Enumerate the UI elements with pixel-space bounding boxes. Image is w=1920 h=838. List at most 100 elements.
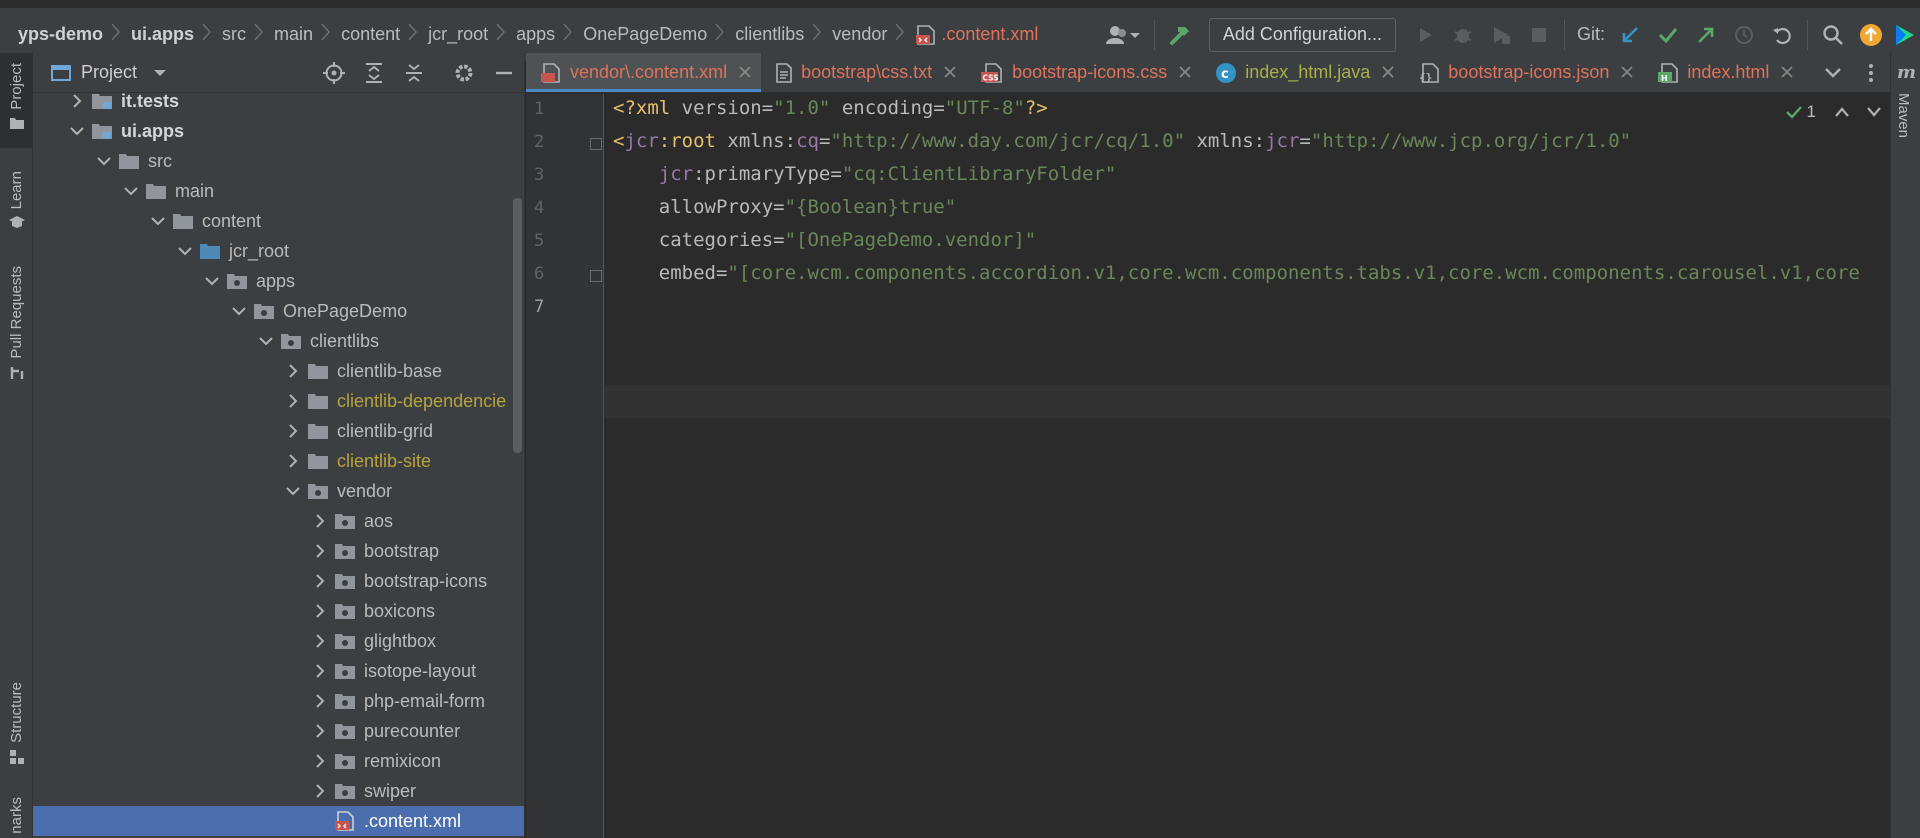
breadcrumb-item[interactable]: src	[222, 23, 274, 46]
history-icon[interactable]	[1725, 16, 1763, 54]
tree-item[interactable]: apps	[33, 266, 524, 296]
tree-item[interactable]: src	[33, 146, 524, 176]
ide-update-icon[interactable]	[1852, 16, 1890, 54]
breadcrumb-item[interactable]: vendor	[832, 23, 915, 46]
editor-tab[interactable]: vendor\.content.xml	[526, 53, 762, 92]
chevron-right-icon[interactable]	[310, 544, 330, 558]
editor-tab[interactable]: {} bootstrap-icons.json	[1404, 53, 1643, 92]
tree-item[interactable]: clientlib-base	[33, 356, 524, 386]
tree-item[interactable]: clientlib-grid	[33, 416, 524, 446]
chevron-down-icon[interactable]	[1866, 106, 1882, 118]
tree-item[interactable]: content	[33, 206, 524, 236]
build-hammer-icon[interactable]	[1161, 16, 1199, 54]
chevron-right-icon[interactable]	[67, 94, 87, 108]
breadcrumb-item[interactable]: clientlibs	[735, 23, 832, 46]
tree-item[interactable]: OnePageDemo	[33, 296, 524, 326]
project-tool-tab[interactable]: Project	[0, 53, 33, 148]
tree-item[interactable]: glightbox	[33, 626, 524, 656]
tree-item[interactable]: isotope-layout	[33, 656, 524, 686]
breadcrumb-item[interactable]: main	[274, 23, 341, 46]
chevron-right-icon[interactable]	[310, 514, 330, 528]
tree-item[interactable]: vendor	[33, 476, 524, 506]
chevron-right-icon[interactable]	[283, 364, 303, 378]
editor-tab[interactable]: c index_html.java	[1201, 53, 1404, 92]
close-icon[interactable]	[1621, 62, 1633, 83]
chevron-right-icon[interactable]	[283, 454, 303, 468]
code-with-me-icon[interactable]	[1890, 16, 1920, 54]
more-options-icon[interactable]	[1852, 54, 1890, 92]
search-icon[interactable]	[1814, 16, 1852, 54]
bookmarks-tool-tab[interactable]: narks	[0, 791, 33, 838]
close-icon[interactable]	[739, 62, 751, 83]
chevron-down-icon[interactable]	[283, 486, 303, 496]
chevron-right-icon[interactable]	[310, 664, 330, 678]
project-view-selector[interactable]: Project	[51, 62, 167, 83]
tree-item[interactable]: .content.xml	[33, 806, 524, 836]
close-icon[interactable]	[1179, 62, 1191, 83]
chevron-down-icon[interactable]	[67, 126, 87, 136]
learn-tool-tab[interactable]: Learn	[0, 163, 33, 253]
tree-item[interactable]: php-email-form	[33, 686, 524, 716]
breadcrumb-item[interactable]: content	[341, 23, 428, 46]
chevron-up-icon[interactable]	[1834, 106, 1850, 118]
code-editor[interactable]: 1234567 <?xml version="1.0" encoding="UT…	[526, 94, 1890, 838]
stop-icon[interactable]	[1520, 16, 1558, 54]
tree-item[interactable]: swiper	[33, 776, 524, 806]
breadcrumb-item[interactable]: apps	[516, 23, 583, 46]
fold-marker-icon[interactable]	[590, 270, 602, 282]
close-icon[interactable]	[944, 62, 956, 83]
chevron-right-icon[interactable]	[310, 574, 330, 588]
tree-item[interactable]: jcr_root	[33, 236, 524, 266]
tree-item[interactable]: main	[33, 176, 524, 206]
tree-item[interactable]: bootstrap	[33, 536, 524, 566]
user-menu-icon[interactable]	[1098, 16, 1148, 54]
chevron-down-icon[interactable]	[94, 156, 114, 166]
inspection-widget[interactable]: 1	[1785, 94, 1882, 130]
chevron-down-icon[interactable]	[229, 306, 249, 316]
chevron-down-icon[interactable]	[256, 336, 276, 346]
chevron-right-icon[interactable]	[283, 424, 303, 438]
chevron-down-icon[interactable]	[175, 246, 195, 256]
tree-item[interactable]: clientlib-site	[33, 446, 524, 476]
rollback-icon[interactable]	[1763, 16, 1801, 54]
coverage-icon[interactable]	[1482, 16, 1520, 54]
close-icon[interactable]	[1781, 62, 1794, 83]
maven-tab-label[interactable]: Maven	[1895, 93, 1912, 138]
tree-item[interactable]: aos	[33, 506, 524, 536]
tree-item[interactable]: ui.apps	[33, 116, 524, 146]
breadcrumb-item[interactable]: jcr_root	[428, 23, 516, 46]
chevron-down-icon[interactable]	[1814, 54, 1852, 92]
editor-tab[interactable]: bootstrap\css.txt	[761, 53, 966, 92]
fold-marker-icon[interactable]	[590, 138, 602, 150]
tree-scrollbar[interactable]	[513, 198, 522, 453]
chevron-down-icon[interactable]	[202, 276, 222, 286]
tree-item[interactable]: boxicons	[33, 596, 524, 626]
tree-item[interactable]: remixicon	[33, 746, 524, 776]
chevron-right-icon[interactable]	[283, 394, 303, 408]
tree-item[interactable]: purecounter	[33, 716, 524, 746]
chevron-right-icon[interactable]	[310, 784, 330, 798]
chevron-right-icon[interactable]	[310, 634, 330, 648]
breadcrumb-item[interactable]: .content.xml	[915, 24, 1038, 45]
pull-requests-tool-tab[interactable]: Pull Requests	[0, 258, 33, 388]
git-update-icon[interactable]	[1611, 16, 1649, 54]
chevron-right-icon[interactable]	[310, 754, 330, 768]
editor-tab[interactable]: Hindex.html	[1643, 53, 1803, 92]
chevron-down-icon[interactable]	[121, 186, 141, 196]
structure-tool-tab[interactable]: Structure	[0, 678, 33, 778]
chevron-right-icon[interactable]	[310, 724, 330, 738]
close-icon[interactable]	[1382, 62, 1394, 83]
debug-icon[interactable]	[1444, 16, 1482, 54]
tree-item[interactable]: bootstrap-icons	[33, 566, 524, 596]
breadcrumb-item[interactable]: ui.apps	[131, 23, 222, 46]
git-push-icon[interactable]	[1687, 16, 1725, 54]
chevron-right-icon[interactable]	[310, 604, 330, 618]
editor-tab[interactable]: CSS bootstrap-icons.css	[966, 53, 1201, 92]
breadcrumb-item[interactable]: yps-demo	[18, 23, 131, 46]
tree-item[interactable]: clientlib-dependencie	[33, 386, 524, 416]
tree-item[interactable]: clientlibs	[33, 326, 524, 356]
chevron-down-icon[interactable]	[148, 216, 168, 226]
git-commit-icon[interactable]	[1649, 16, 1687, 54]
maven-icon[interactable]: m	[1896, 63, 1916, 81]
add-configuration-button[interactable]: Add Configuration...	[1208, 17, 1396, 52]
